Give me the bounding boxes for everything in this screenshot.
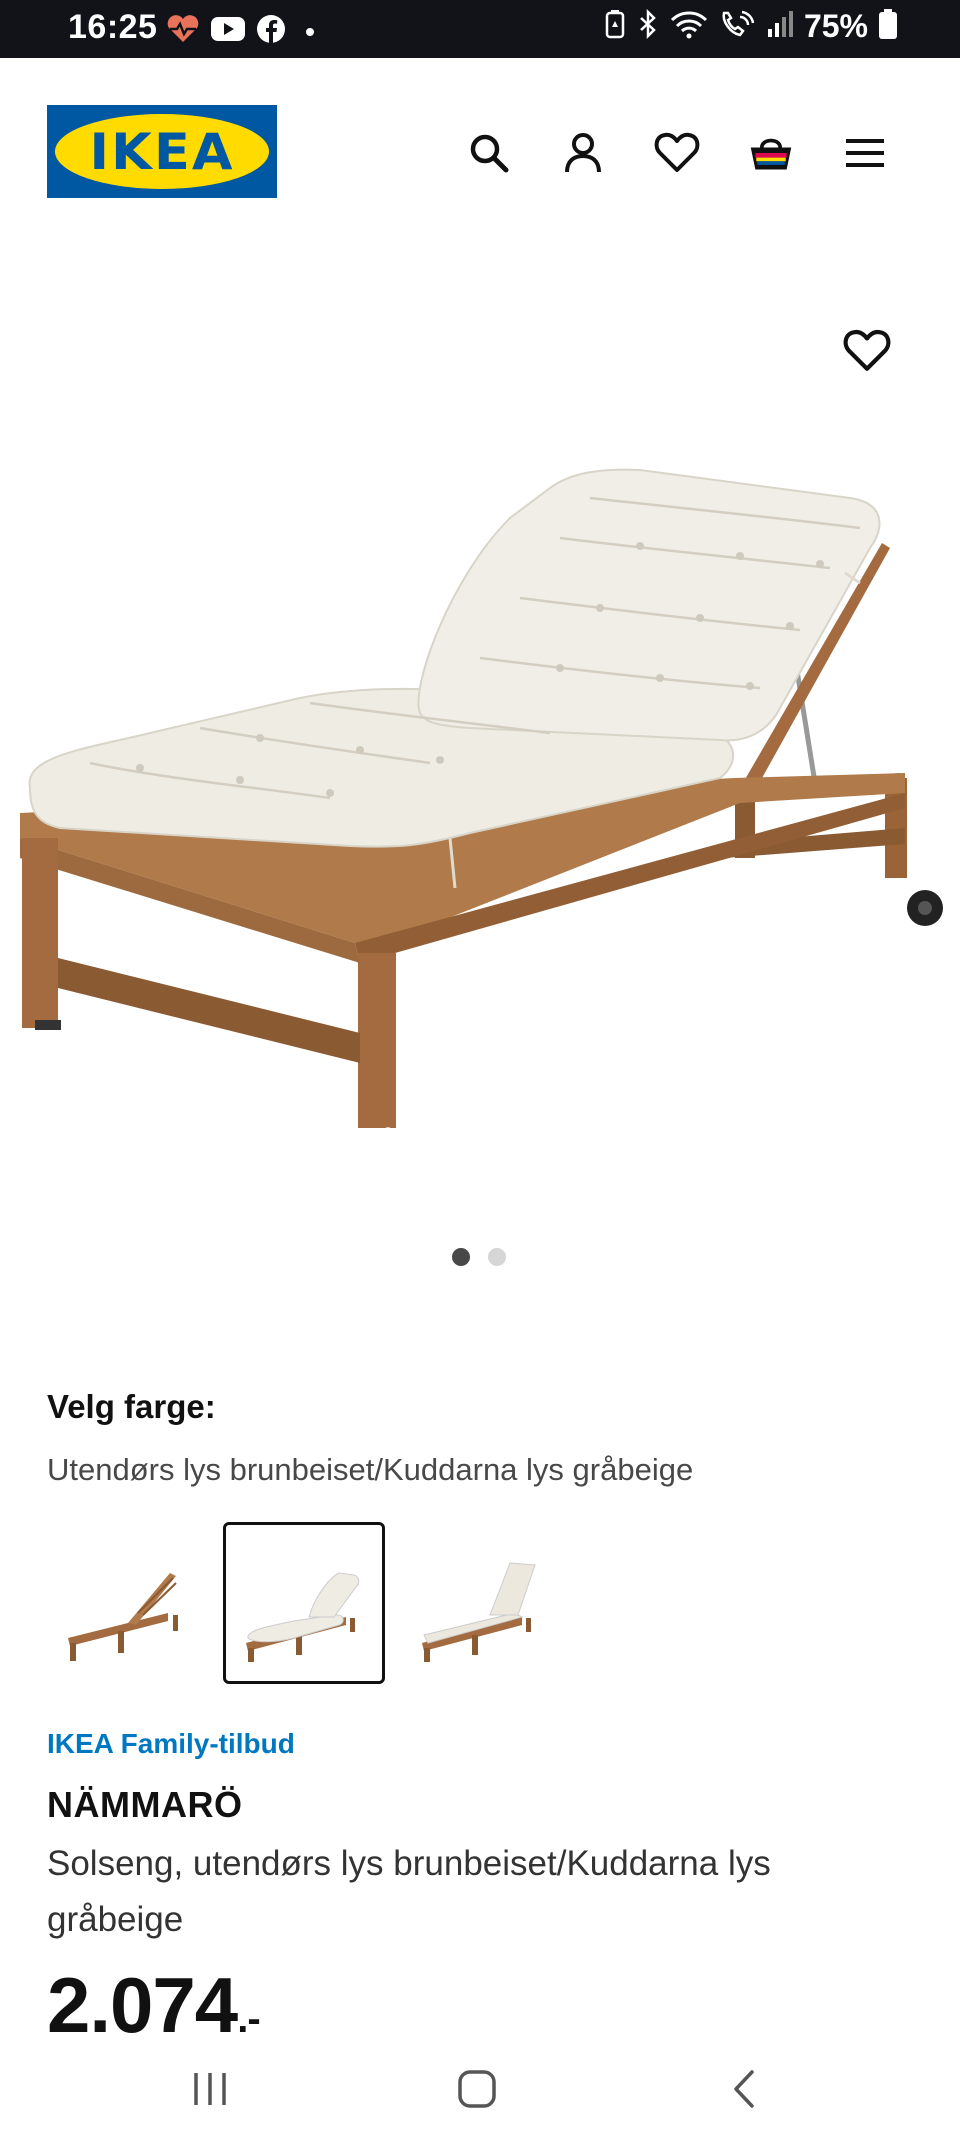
search-icon[interactable]: [466, 130, 512, 176]
heart-pulse-icon: [166, 14, 200, 49]
menu-icon[interactable]: [842, 130, 888, 176]
family-offer-label[interactable]: IKEA Family-tilbud: [47, 1728, 295, 1760]
system-nav-bar: [0, 2040, 960, 2140]
basket-icon[interactable]: [748, 130, 794, 176]
pager-dot-1[interactable]: [452, 1248, 470, 1266]
product-name: NÄMMARÖ: [47, 1784, 243, 1825]
youtube-icon: [210, 15, 246, 48]
color-label: Velg farge:: [47, 1388, 216, 1425]
back-icon[interactable]: [716, 2064, 776, 2114]
selected-color-value: Utendørs lys brunbeiset/Kuddarna lys grå…: [47, 1452, 694, 1487]
wifi-calling-icon: [718, 9, 756, 44]
gallery-pager[interactable]: [452, 1248, 506, 1266]
wifi-icon: [670, 9, 708, 44]
user-icon[interactable]: [560, 130, 606, 176]
logo-oval: IKEA: [55, 114, 269, 189]
battery-percent: 75%: [803, 8, 868, 44]
pager-dot-2[interactable]: [488, 1248, 506, 1266]
price-suffix: .-: [237, 1997, 260, 2041]
swatch-lounger-no-cushion[interactable]: [47, 1522, 209, 1684]
header-icons: [466, 130, 888, 176]
battery-icon: [878, 8, 898, 45]
bluetooth-icon: [636, 8, 660, 44]
signal-icon: [766, 9, 794, 44]
product-gallery[interactable]: [0, 248, 960, 1266]
recent-apps-icon[interactable]: [180, 2064, 240, 2114]
color-swatches: [47, 1522, 561, 1684]
status-time: 16:25: [68, 8, 158, 46]
product-price: 2.074.-: [47, 1960, 261, 2051]
swatch-lounger-flat-cushion[interactable]: [399, 1522, 561, 1684]
swatch-lounger-tufted-cushion[interactable]: [223, 1522, 385, 1684]
status-right-icons: 75%: [604, 8, 898, 45]
product-image: [20, 468, 943, 1128]
heart-icon[interactable]: [654, 130, 700, 176]
battery-saver-icon: [604, 9, 626, 44]
status-left-icons: [166, 14, 314, 49]
ikea-logo[interactable]: IKEA: [47, 105, 277, 198]
facebook-icon: [256, 14, 286, 49]
price-value: 2.074: [47, 1961, 238, 2049]
home-icon[interactable]: [447, 2064, 507, 2114]
logo-text: IKEA: [89, 122, 235, 181]
product-description: Solseng, utendørs lys brunbeiset/Kuddarn…: [47, 1844, 771, 1939]
notification-dot: [306, 27, 314, 36]
status-bar: 16:25 75%: [0, 0, 960, 58]
site-header: IKEA: [0, 58, 960, 248]
